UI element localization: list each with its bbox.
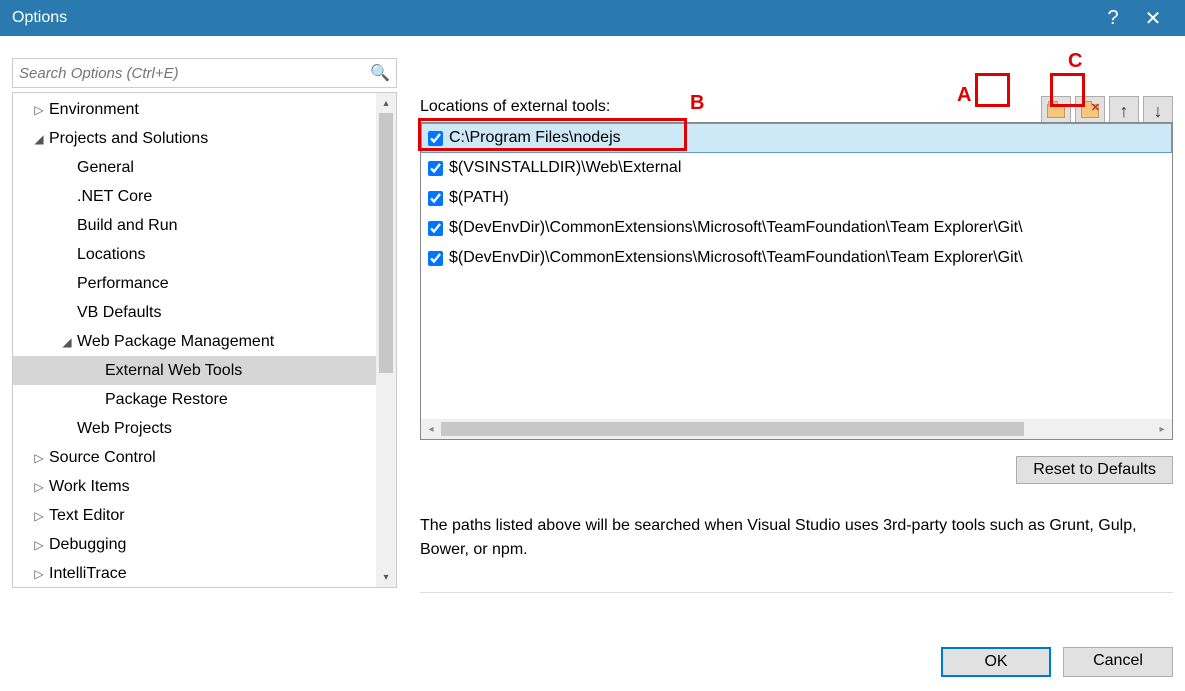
tree-item[interactable]: .NET Core [13,182,396,211]
arrow-down-icon: ↓ [1154,101,1163,122]
scroll-thumb[interactable] [379,113,393,373]
right-panel: Locations of external tools: ✕ ↑ ↓ C:\Pr… [420,58,1173,593]
scroll-right-icon[interactable]: ▸ [1152,419,1172,439]
tree-item[interactable]: Build and Run [13,211,396,240]
tree-item[interactable]: Performance [13,269,396,298]
tree-item[interactable]: VB Defaults [13,298,396,327]
description-text: The paths listed above will be searched … [420,514,1173,562]
tree-item[interactable]: ▷Source Control [13,443,396,472]
path-label: $(VSINSTALLDIR)\Web\External [449,159,681,177]
tree-item-label: Web Projects [75,420,172,438]
tree-item-label: Debugging [47,536,126,554]
search-input[interactable] [19,65,370,82]
tree-item[interactable]: ◢Web Package Management [13,327,396,356]
hscroll-thumb[interactable] [441,422,1024,436]
tree-item-label: Build and Run [75,217,178,235]
reset-defaults-button[interactable]: Reset to Defaults [1016,456,1173,484]
tree-item-label: External Web Tools [103,362,242,380]
path-checkbox[interactable] [428,251,443,266]
expand-icon[interactable]: ▷ [31,480,47,494]
dialog-content: 🔍 ▷Environment◢Projects and SolutionsGen… [0,36,1185,691]
list-item[interactable]: $(DevEnvDir)\CommonExtensions\Microsoft\… [421,213,1172,243]
tree-item-label: General [75,159,134,177]
tree-item-label: Source Control [47,449,156,467]
tree-item-label: Locations [75,246,146,264]
arrow-up-icon: ↑ [1120,101,1129,122]
tree-scrollbar[interactable]: ▴ ▾ [376,93,396,587]
tree-item[interactable]: External Web Tools [13,356,396,385]
tree-item[interactable]: Locations [13,240,396,269]
path-label: $(PATH) [449,189,509,207]
tree-item[interactable]: ▷Environment [13,95,396,124]
footer-buttons: OK Cancel [941,647,1173,677]
tree-item[interactable]: General [13,153,396,182]
tree-item-label: .NET Core [75,188,152,206]
tree-item-label: VB Defaults [75,304,161,322]
title-bar: Options ? ✕ [0,0,1185,36]
search-box[interactable]: 🔍 [12,58,397,88]
path-label: C:\Program Files\nodejs [449,129,621,147]
expand-icon[interactable]: ▷ [31,509,47,523]
path-label: $(DevEnvDir)\CommonExtensions\Microsoft\… [449,249,1023,267]
tree-item-label: IntelliTrace [47,565,127,583]
tree-item-label: Projects and Solutions [47,130,208,148]
tree-item-label: Environment [47,101,139,119]
expand-icon[interactable]: ▷ [31,103,47,117]
expand-icon[interactable]: ▷ [31,451,47,465]
list-item[interactable]: $(PATH) [421,183,1172,213]
folder-delete-icon: ✕ [1081,104,1099,118]
collapse-icon[interactable]: ◢ [31,132,47,146]
scroll-left-icon[interactable]: ◂ [421,419,441,439]
list-item[interactable]: $(DevEnvDir)\CommonExtensions\Microsoft\… [421,243,1172,273]
window-title: Options [12,9,1093,27]
tree-item[interactable]: Package Restore [13,385,396,414]
path-checkbox[interactable] [428,161,443,176]
path-label: $(DevEnvDir)\CommonExtensions\Microsoft\… [449,219,1023,237]
left-panel: 🔍 ▷Environment◢Projects and SolutionsGen… [12,58,397,588]
expand-icon[interactable]: ▷ [31,538,47,552]
help-button[interactable]: ? [1093,7,1133,30]
options-tree: ▷Environment◢Projects and SolutionsGener… [12,92,397,588]
list-item[interactable]: C:\Program Files\nodejs [421,123,1172,153]
search-icon: 🔍 [370,63,390,83]
tree-item-label: Web Package Management [75,333,274,351]
tree-item-label: Text Editor [47,507,125,525]
collapse-icon[interactable]: ◢ [59,335,75,349]
paths-listbox[interactable]: C:\Program Files\nodejs $(VSINSTALLDIR)\W… [420,122,1173,440]
tree-item[interactable]: Web Projects [13,414,396,443]
tree-item[interactable]: ▷IntelliTrace [13,559,396,587]
scroll-down-icon[interactable]: ▾ [376,567,396,587]
list-hscrollbar[interactable]: ◂ ▸ [421,419,1172,439]
divider [420,592,1173,593]
tree-item[interactable]: ◢Projects and Solutions [13,124,396,153]
close-button[interactable]: ✕ [1133,6,1173,31]
path-checkbox[interactable] [428,191,443,206]
tree-item[interactable]: ▷Debugging [13,530,396,559]
list-item[interactable]: $(VSINSTALLDIR)\Web\External [421,153,1172,183]
cancel-button[interactable]: Cancel [1063,647,1173,677]
tree-item[interactable]: ▷Work Items [13,472,396,501]
tree-item-label: Performance [75,275,169,293]
expand-icon[interactable]: ▷ [31,567,47,581]
ok-button[interactable]: OK [941,647,1051,677]
path-checkbox[interactable] [428,131,443,146]
tree-item[interactable]: ▷Text Editor [13,501,396,530]
tree-item-label: Package Restore [103,391,228,409]
tree-item-label: Work Items [47,478,130,496]
path-checkbox[interactable] [428,221,443,236]
folder-icon [1047,104,1065,118]
scroll-up-icon[interactable]: ▴ [376,93,396,113]
